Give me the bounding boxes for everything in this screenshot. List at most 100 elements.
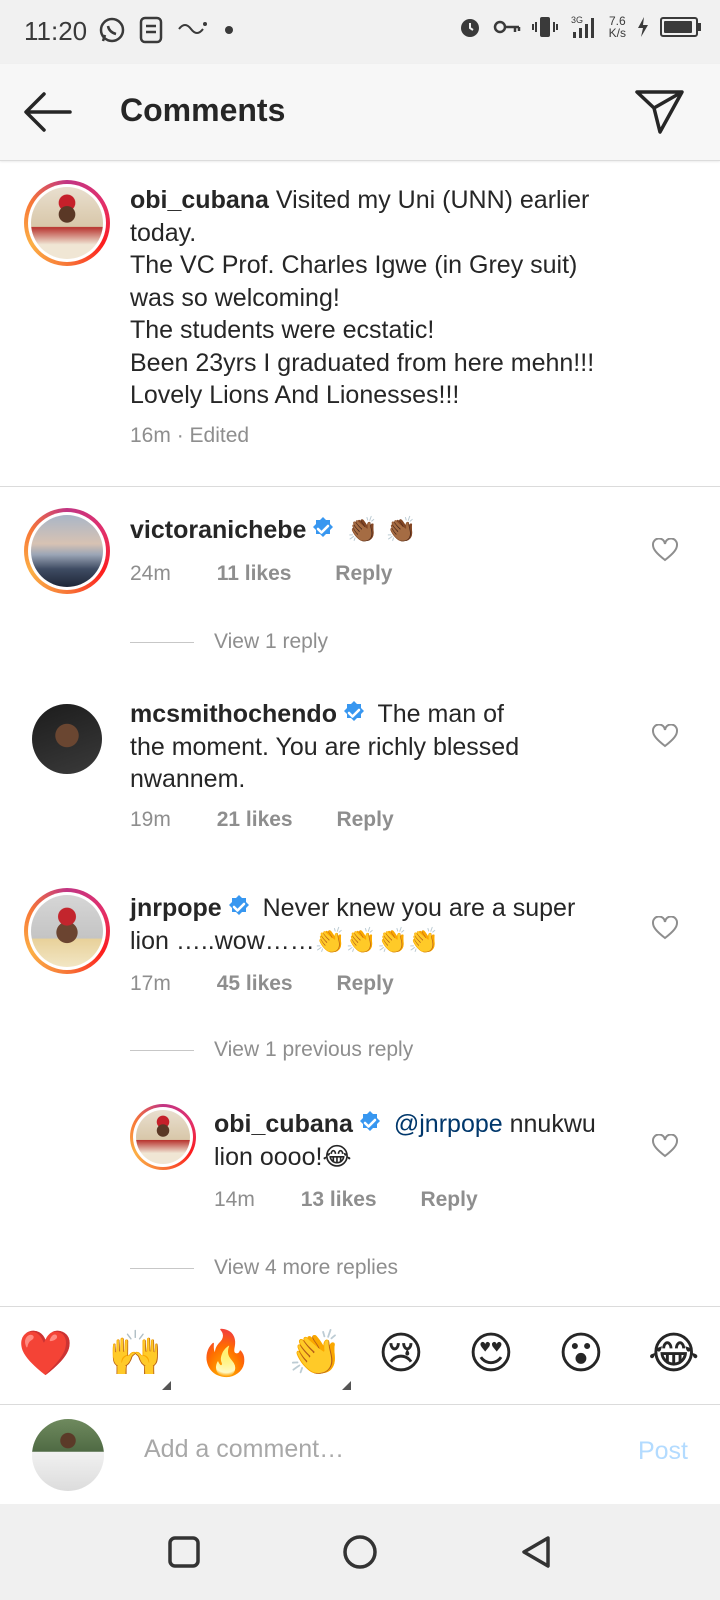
comment-username[interactable]: victoranichebe bbox=[130, 516, 306, 544]
current-user-avatar bbox=[32, 1419, 104, 1491]
signal-icon: 3G bbox=[571, 15, 594, 38]
verified-badge-icon bbox=[228, 895, 249, 915]
comment-meta: 19m 21 likes Reply bbox=[130, 808, 394, 832]
emoji-crying[interactable]: 😢 bbox=[378, 1329, 424, 1379]
post-button[interactable]: Post bbox=[638, 1437, 688, 1466]
verified-badge-icon bbox=[313, 517, 334, 537]
back-arrow-icon[interactable] bbox=[22, 88, 74, 136]
caption-username[interactable]: obi_cubana bbox=[130, 186, 269, 214]
comment-body: The man of bbox=[377, 700, 504, 728]
caption-line: The VC Prof. Charles Igwe (in Grey suit) bbox=[130, 251, 578, 279]
comment-username[interactable]: mcsmithochendo bbox=[130, 700, 337, 728]
reply-time: 14m bbox=[214, 1188, 255, 1211]
emoji-heart[interactable]: ❤️ bbox=[18, 1329, 73, 1379]
dot-icon bbox=[225, 26, 233, 34]
comment-time: 24m bbox=[130, 562, 171, 585]
caption-line: Been 23yrs I graduated from here mehn!!! bbox=[130, 348, 595, 377]
mention-link[interactable]: @jnrpope bbox=[394, 1110, 503, 1138]
heart-like-icon[interactable] bbox=[652, 538, 678, 562]
comment-meta: 17m 45 likes Reply bbox=[130, 972, 394, 996]
caption-line: was so welcoming! bbox=[130, 283, 340, 312]
comment-input[interactable]: Add a comment… bbox=[144, 1435, 344, 1464]
comment-body: Never knew you are a super bbox=[262, 894, 576, 922]
comment-text: jnrpope Never knew you are a super lion … bbox=[130, 892, 630, 957]
status-bar: 11:20 3G 7.6 K/s bbox=[0, 0, 720, 64]
header-bar: Comments bbox=[0, 64, 720, 161]
comment-input-bar: Add a comment… Post bbox=[0, 1404, 720, 1505]
svg-text:3G: 3G bbox=[571, 15, 583, 25]
post-caption: obi_cubana Visited my Uni (UNN) earlier … bbox=[0, 160, 720, 487]
reply-likes[interactable]: 13 likes bbox=[301, 1188, 377, 1211]
caption-line: Visited my Uni (UNN) earlier bbox=[275, 186, 590, 214]
caption-text: obi_cubana Visited my Uni (UNN) earlier … bbox=[130, 184, 690, 412]
vibrate-icon bbox=[531, 17, 558, 37]
comment-text: mcsmithochendo The man of the moment. Yo… bbox=[130, 698, 630, 796]
charging-icon bbox=[638, 17, 648, 37]
net-speed: 7.6 K/s bbox=[609, 15, 626, 39]
status-time: 11:20 bbox=[24, 16, 88, 46]
heart-like-icon[interactable] bbox=[652, 724, 678, 748]
system-icons: 3G 7.6 K/s bbox=[457, 14, 701, 40]
emoji-fire[interactable]: 🔥 bbox=[198, 1329, 253, 1379]
reply-button[interactable]: Reply bbox=[336, 972, 393, 995]
comment-likes[interactable]: 21 likes bbox=[217, 808, 293, 831]
back-nav-icon[interactable] bbox=[518, 1534, 554, 1570]
send-direct-icon[interactable] bbox=[634, 86, 686, 138]
comment-likes[interactable]: 11 likes bbox=[217, 562, 292, 585]
comment-body: 👏🏾 👏🏾 bbox=[347, 516, 417, 544]
emoji-raised-hands[interactable]: 🙌 bbox=[108, 1329, 163, 1379]
home-icon[interactable] bbox=[342, 1534, 378, 1570]
reply-button[interactable]: Reply bbox=[336, 808, 393, 831]
reply-button[interactable]: Reply bbox=[420, 1188, 477, 1211]
quick-emoji-bar: ❤️ 🙌 🔥 👏 😢 😍 😮 😂 bbox=[0, 1306, 720, 1405]
net-speed-unit: K/s bbox=[608, 26, 626, 40]
heart-like-icon[interactable] bbox=[652, 1134, 678, 1158]
view-previous-replies-button[interactable]: View 1 previous reply bbox=[214, 1038, 413, 1062]
caption-line: today. bbox=[130, 218, 197, 247]
caption-line: The students were ecstatic! bbox=[130, 316, 435, 344]
skin-tone-indicator-icon bbox=[342, 1381, 351, 1390]
comment-body: the moment. You are richly blessed bbox=[130, 732, 520, 761]
emoji-heart-eyes[interactable]: 😍 bbox=[468, 1329, 514, 1379]
view-more-replies-button[interactable]: View 4 more replies bbox=[214, 1256, 398, 1280]
view-replies-button[interactable]: View 1 reply bbox=[214, 630, 328, 654]
view-replies-line bbox=[130, 1050, 194, 1051]
comment-username[interactable]: jnrpope bbox=[130, 894, 222, 922]
comment-body: lion …..wow……👏👏👏👏 bbox=[130, 926, 440, 955]
avatar[interactable] bbox=[24, 888, 110, 974]
emoji-surprised[interactable]: 😮 bbox=[558, 1329, 604, 1379]
system-nav-bar bbox=[0, 1504, 720, 1600]
recent-apps-icon[interactable] bbox=[166, 1534, 202, 1570]
caption-line: Lovely Lions And Lionesses!!! bbox=[130, 381, 460, 409]
reply-button[interactable]: Reply bbox=[335, 562, 392, 585]
vpn-icon bbox=[178, 22, 207, 34]
caption-meta: 16m · Edited bbox=[130, 424, 249, 448]
reply-text: obi_cubana @jnrpope nnukwu lion oooo!😂 bbox=[214, 1108, 634, 1173]
comment-time: 19m bbox=[130, 808, 171, 831]
page-title: Comments bbox=[120, 92, 286, 128]
comment-likes[interactable]: 45 likes bbox=[217, 972, 293, 995]
reply-body: nnukwu bbox=[509, 1110, 596, 1138]
comment-text: victoranichebe 👏🏾 👏🏾 bbox=[130, 514, 630, 547]
avatar[interactable] bbox=[30, 702, 104, 776]
comment-time: 17m bbox=[130, 972, 171, 995]
view-replies-line bbox=[130, 642, 194, 643]
avatar[interactable] bbox=[24, 180, 110, 266]
heart-like-icon[interactable] bbox=[652, 916, 678, 940]
reply-body: lion oooo!😂 bbox=[214, 1142, 352, 1171]
notification-icons bbox=[98, 16, 236, 44]
emoji-joy[interactable]: 😂 bbox=[648, 1329, 699, 1379]
alarm-icon bbox=[460, 19, 479, 37]
verified-badge-icon bbox=[343, 701, 364, 721]
key-icon bbox=[493, 20, 520, 34]
avatar[interactable] bbox=[24, 508, 110, 594]
whatsapp-icon bbox=[99, 17, 125, 43]
avatar[interactable] bbox=[130, 1104, 196, 1170]
reply-username[interactable]: obi_cubana bbox=[214, 1110, 353, 1138]
reply-meta: 14m 13 likes Reply bbox=[214, 1188, 478, 1212]
battery-icon bbox=[660, 17, 701, 37]
comment-body: nwannem. bbox=[130, 765, 246, 793]
emoji-clapping-hands[interactable]: 👏 bbox=[288, 1329, 343, 1379]
app-notification-icon bbox=[139, 16, 163, 44]
caption-time: 16m bbox=[130, 424, 171, 447]
